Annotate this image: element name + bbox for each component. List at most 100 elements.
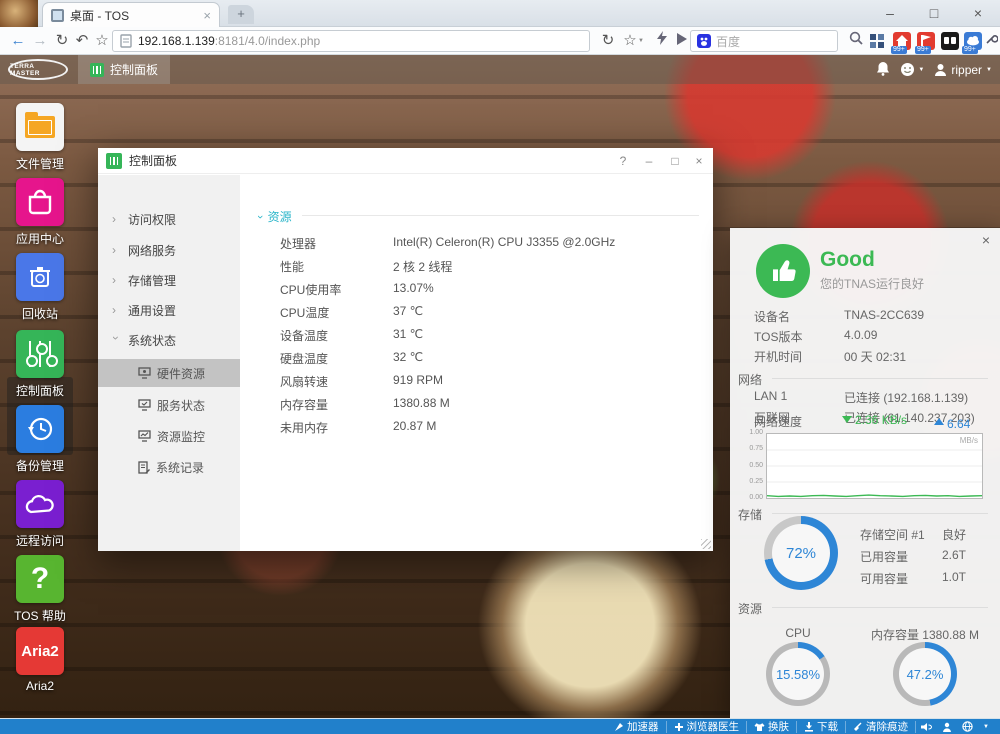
tos-desktop: TERRA MASTER 控制面板 ▼ ripper ▼ 文件管理	[0, 55, 1000, 718]
status-smiley-icon[interactable]: ▼	[900, 62, 924, 77]
upload-arrow-icon	[934, 413, 944, 425]
control-panel-content: › 资源 处理器Intel(R) Celeron(R) CPU J3355 @2…	[240, 175, 713, 551]
backup-clock-icon	[16, 405, 64, 453]
net-row-lan1: LAN 1已连接 (192.168.1.139)	[754, 389, 986, 405]
info-row-device-name: 设备名TNAS-2CC639	[754, 308, 986, 324]
window-minimize-button[interactable]: –	[868, 0, 912, 26]
section-divider	[302, 215, 699, 216]
hw-row-performance: 性能2 核 2 线程	[280, 258, 699, 274]
taskbar-more-caret-icon[interactable]: ▼	[978, 724, 994, 730]
chevron-right-icon: ›	[112, 243, 120, 257]
address-bar[interactable]: 192.168.1.139:8181/4.0/index.php	[112, 30, 590, 52]
user-menu[interactable]: ripper ▼	[934, 63, 992, 77]
status-text: Good	[820, 248, 875, 272]
sync-icon[interactable]: ↻	[598, 30, 618, 52]
sidebar-subitem-service-status[interactable]: 服务状态	[98, 391, 240, 419]
aria2-icon: Aria2	[16, 627, 64, 675]
sidebar-item-access-rights[interactable]: › 访问权限	[98, 206, 240, 232]
extension-cloud-icon[interactable]: 99+	[964, 32, 982, 50]
control-panel-sidebar: › 访问权限 › 网络服务 › 存储管理 › 通用设置 › 系统状态 硬件资源 …	[98, 175, 240, 551]
favorites-star-icon[interactable]: ☆	[92, 30, 112, 52]
extension-flag-icon[interactable]: 99+	[917, 32, 935, 50]
cp-minimize-button[interactable]: –	[637, 148, 661, 174]
control-panel-window: 控制面板 ? – □ × › 访问权限 › 网络服务 › 存储管理 › 通用设置…	[98, 148, 713, 551]
terramaster-logo[interactable]: TERRA MASTER	[8, 59, 68, 80]
taskbar-accelerator[interactable]: 加速器	[607, 721, 667, 733]
taskbar-browser-doctor[interactable]: 浏览器医生	[667, 721, 748, 733]
taskbar-boss-key-button[interactable]	[937, 722, 957, 732]
new-tab-button[interactable]: +	[228, 5, 254, 24]
info-row-tos-version: TOS版本4.0.09	[754, 328, 986, 344]
tab-close-icon[interactable]: ×	[203, 8, 211, 23]
url-host: 192.168.1.139	[138, 34, 215, 48]
refresh-icon[interactable]: ↻	[52, 30, 72, 52]
sidebar-item-system-status[interactable]: › 系统状态	[98, 327, 240, 353]
browser-tab-strip: 桌面 - TOS × + – □ ×	[0, 0, 1000, 27]
notifications-bell-icon[interactable]	[876, 61, 890, 79]
control-panel-titlebar[interactable]: 控制面板 ? – □ ×	[98, 148, 713, 174]
taskbar-proxy-button[interactable]	[957, 721, 978, 732]
desktop-icon-recycle-bin[interactable]: 回收站	[0, 253, 80, 322]
storage-percent: 72%	[764, 516, 838, 590]
search-input[interactable]: 百度	[690, 30, 838, 52]
cpu-gauge: 15.58%	[766, 642, 830, 706]
browser-skin-thumbnail[interactable]	[0, 0, 38, 27]
search-icon[interactable]	[846, 30, 866, 52]
thumbs-up-icon	[756, 244, 810, 298]
wrench-menu-icon[interactable]	[984, 30, 998, 52]
play-icon[interactable]	[672, 30, 692, 52]
sidebar-subitem-hardware-resources[interactable]: 硬件资源	[98, 359, 240, 387]
chevron-right-icon: ›	[112, 273, 120, 287]
control-panel-mini-icon	[90, 63, 104, 77]
resource-monitor-icon	[138, 430, 151, 442]
cp-maximize-button[interactable]: □	[663, 148, 687, 174]
undo-icon[interactable]: ↶	[72, 30, 92, 52]
shirt-icon	[754, 722, 765, 732]
sidebar-item-network-services[interactable]: › 网络服务	[98, 237, 240, 263]
taskbar-skin[interactable]: 换肤	[747, 721, 797, 733]
desktop-icon-file-manager[interactable]: 文件管理	[0, 103, 80, 172]
forward-icon[interactable]: →	[30, 30, 50, 52]
back-icon[interactable]: ←	[8, 30, 28, 52]
y-tick: 0.00	[736, 494, 763, 501]
window-maximize-button[interactable]: □	[912, 0, 956, 26]
memory-percent: 47.2%	[893, 642, 957, 706]
window-resize-handle[interactable]	[701, 539, 711, 549]
extension-badge: 99+	[915, 46, 931, 54]
y-tick: 1.00	[736, 429, 763, 436]
taskbar-clear-traces[interactable]: 清除痕迹	[846, 721, 916, 733]
extension-home-icon[interactable]: 99+	[893, 32, 911, 50]
control-panel-sliders-icon	[16, 330, 64, 378]
panel-close-icon[interactable]: ×	[982, 232, 990, 248]
desktop-icon-tos-help[interactable]: ? TOS 帮助	[0, 555, 80, 624]
sidebar-item-storage-management[interactable]: › 存储管理	[98, 267, 240, 293]
lightning-icon[interactable]	[652, 30, 672, 52]
resource-section-divider	[772, 607, 988, 608]
cp-help-button[interactable]: ?	[611, 148, 635, 174]
extension-panda-icon[interactable]	[941, 32, 959, 50]
taskbar-mute-button[interactable]	[916, 722, 937, 732]
apps-grid-icon[interactable]	[868, 32, 886, 50]
sidebar-subitem-resource-monitor[interactable]: 资源监控	[98, 422, 240, 450]
bookmark-caret-icon[interactable]: ▼	[636, 30, 646, 52]
download-speed: 2.36 KB/s	[855, 413, 907, 427]
desktop-icon-remote-access[interactable]: 远程访问	[0, 480, 80, 549]
sidebar-subitem-system-log[interactable]: 系统记录	[98, 453, 240, 481]
caret-down-icon: ▼	[986, 67, 992, 73]
window-close-button[interactable]: ×	[956, 0, 1000, 26]
hw-row-memory-total: 内存容量1380.88 M	[280, 396, 699, 412]
browser-tab[interactable]: 桌面 - TOS ×	[42, 2, 220, 27]
desktop-icon-aria2[interactable]: Aria2 Aria2	[0, 627, 80, 693]
task-tab-control-panel[interactable]: 控制面板	[78, 55, 170, 84]
sidebar-item-general-settings[interactable]: › 通用设置	[98, 297, 240, 323]
network-speed-row: 网络速度 2.36 KB/s 6.64 KB/s	[754, 413, 990, 429]
taskbar-downloads[interactable]: 下载	[797, 721, 846, 733]
desktop-icon-app-center[interactable]: 应用中心	[0, 178, 80, 247]
cp-close-button[interactable]: ×	[687, 148, 711, 174]
section-header-resources[interactable]: › 资源	[258, 208, 292, 225]
hw-row-cpu-model: 处理器Intel(R) Celeron(R) CPU J3355 @2.0GHz	[280, 235, 699, 251]
page-security-icon	[120, 34, 132, 48]
desktop-icon-control-panel[interactable]: 控制面板	[0, 330, 80, 399]
desktop-icon-backup-manager[interactable]: 备份管理	[0, 405, 80, 474]
storage-row-used: 已用容量2.6T	[860, 548, 992, 564]
